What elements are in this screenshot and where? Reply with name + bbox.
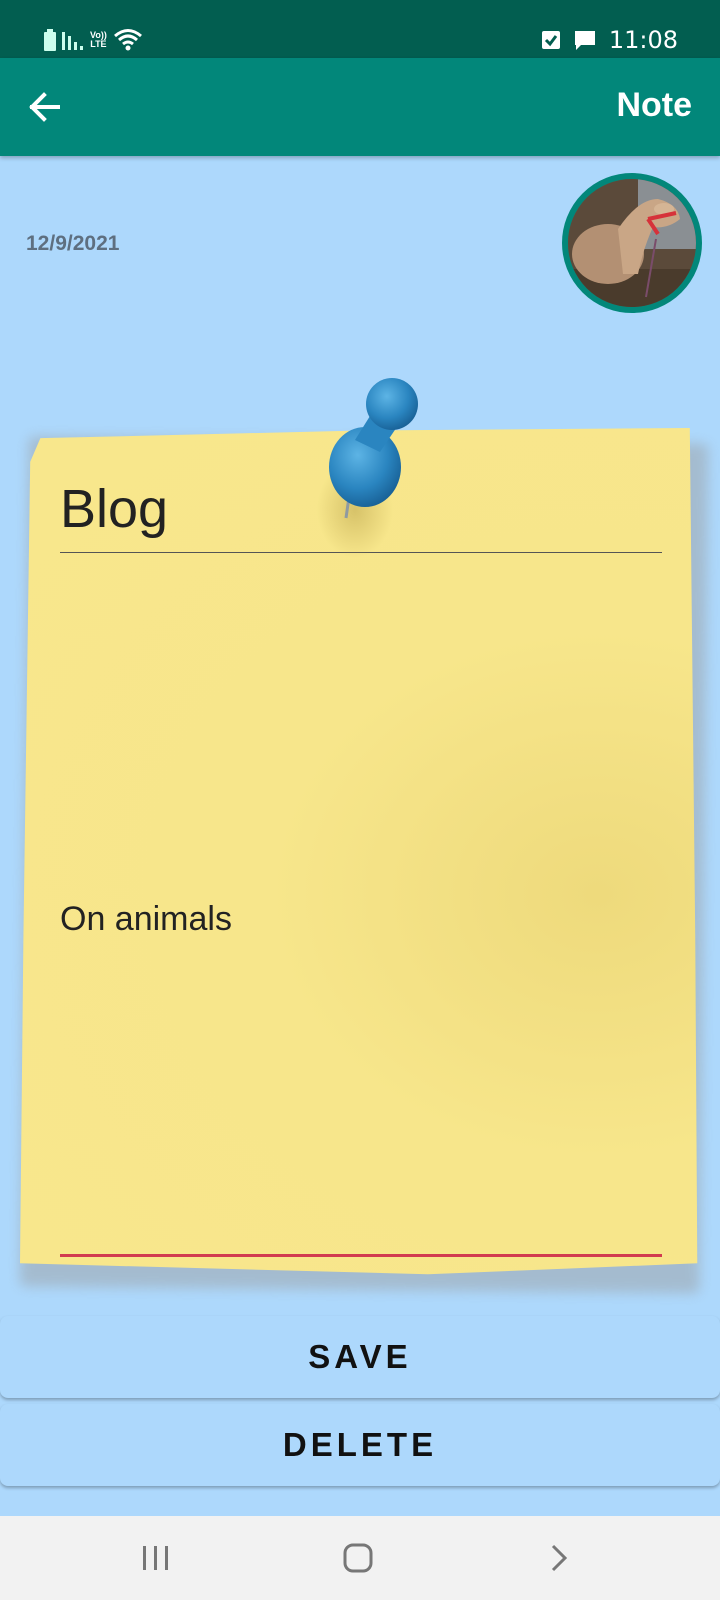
- chevron-right-icon: [551, 1544, 568, 1572]
- system-nav-bar: [0, 1516, 720, 1600]
- note-title-input[interactable]: Blog: [60, 478, 168, 540]
- app-title: Note: [616, 86, 692, 124]
- wifi-icon: [113, 29, 142, 51]
- delete-button[interactable]: DELETE: [0, 1404, 720, 1486]
- arrow-left-icon: [29, 92, 60, 122]
- body-underline: [60, 1254, 662, 1257]
- status-time: 11:08: [608, 26, 678, 54]
- back-button[interactable]: [20, 82, 70, 132]
- home-icon: [343, 1543, 373, 1573]
- status-icons-left: Vo)) LTE: [44, 28, 143, 52]
- avatar-image: [568, 179, 696, 307]
- signal-icon: [62, 32, 83, 50]
- note-date: 12/9/2021: [26, 232, 120, 255]
- checkbox-notification-icon: [541, 31, 560, 49]
- push-pin-icon: [317, 378, 418, 558]
- app-bar: Note: [0, 58, 720, 156]
- battery-icon: [44, 29, 56, 51]
- status-icons-right: 11:08: [541, 26, 678, 54]
- note-body-input[interactable]: On animals: [60, 900, 232, 939]
- nav-back-button[interactable]: [528, 1536, 588, 1580]
- status-bar: Vo)) LTE 11:08: [0, 0, 720, 58]
- volte-indicator: Vo)) LTE: [90, 30, 107, 49]
- recents-button[interactable]: [126, 1536, 186, 1580]
- message-notification-icon: [574, 31, 595, 50]
- save-button[interactable]: SAVE: [0, 1316, 720, 1398]
- recents-icon: [143, 1546, 168, 1570]
- animal-photo-avatar[interactable]: [562, 173, 702, 313]
- home-button[interactable]: [328, 1536, 388, 1580]
